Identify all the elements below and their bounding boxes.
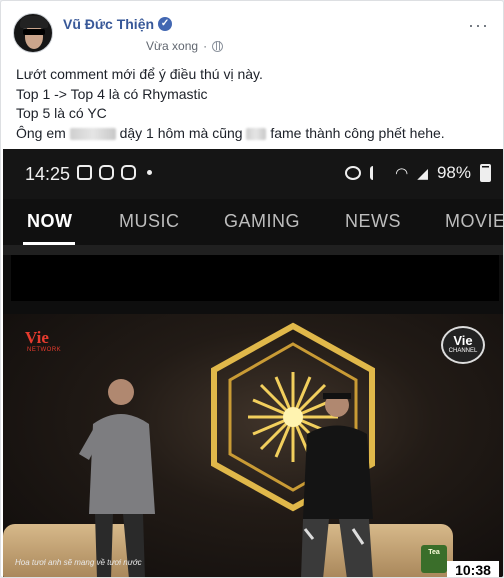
cut-off-text-band	[3, 245, 503, 255]
status-time: 14:25	[25, 164, 71, 184]
tab-movie[interactable]: MOVIE	[445, 211, 503, 232]
vie-network-logo-sub: NETWORK	[27, 347, 62, 353]
timestamp[interactable]: Vừa xong	[146, 39, 198, 53]
more-options-icon[interactable]: ···	[468, 15, 489, 36]
mute-icon	[370, 166, 386, 180]
facebook-post: Vũ Đức Thiện ✓ Vừa xong · ··· Lướt comme…	[0, 0, 504, 578]
battery-icon	[480, 164, 491, 182]
post-line: Ông em dậy 1 hôm mà cũng fame thành công…	[16, 124, 445, 141]
tab-now[interactable]: NOW	[27, 211, 73, 232]
video-caption: Hoa tươi anh sẽ mang về tươi nước	[15, 558, 142, 567]
verified-badge-icon: ✓	[158, 17, 173, 31]
performer-right	[301, 393, 373, 577]
avatar[interactable]	[13, 13, 53, 53]
post-meta: Vừa xong ·	[146, 39, 224, 53]
category-tabs: NOW MUSIC GAMING NEWS MOVIE	[3, 199, 503, 245]
gallery-icon	[77, 165, 92, 180]
battery-percent: 98%	[436, 163, 471, 182]
sponsor-logo: Tea	[421, 545, 447, 573]
redacted-bar	[11, 255, 499, 301]
globe-icon[interactable]	[212, 40, 224, 52]
post-header: Vũ Đức Thiện ✓ Vừa xong · ···	[13, 13, 493, 57]
notification-dot-icon	[147, 170, 152, 175]
blurred-word	[69, 127, 116, 140]
alarm-icon	[345, 166, 362, 180]
instagram-icon	[99, 165, 114, 180]
attached-screenshot[interactable]: 14:25 ◠ ◢ 98% NOW MUSIC GAMING NEWS MOVI…	[3, 149, 503, 577]
tab-music[interactable]: MUSIC	[119, 211, 180, 232]
wifi-icon: ◠	[395, 165, 409, 182]
phone-status-bar: 14:25 ◠ ◢ 98%	[3, 149, 503, 199]
vie-channel-logo: Vie CHANNEL	[441, 326, 485, 364]
tab-gaming[interactable]: GAMING	[224, 211, 300, 232]
blurred-word	[246, 127, 267, 140]
post-text: Lướt comment mới để ý điều thú vị này. T…	[16, 65, 493, 143]
performer-left	[79, 379, 155, 577]
post-line: Lướt comment mới để ý điều thú vị này.	[16, 66, 263, 82]
author-link[interactable]: Vũ Đức Thiện	[63, 16, 154, 32]
video-frame[interactable]: Vie NETWORK Vie CHANNEL Hoa tươi anh sẽ m…	[3, 314, 503, 577]
post-line: Top 5 là có YC	[16, 105, 107, 121]
video-timer: 10:38	[447, 561, 499, 577]
tab-news[interactable]: NEWS	[345, 211, 401, 232]
author-name[interactable]: Vũ Đức Thiện ✓	[63, 16, 173, 32]
vie-network-logo: Vie	[25, 328, 49, 347]
instagram-icon	[121, 165, 136, 180]
signal-icon: ◢	[417, 164, 428, 181]
post-line: Top 1 -> Top 4 là có Rhymastic	[16, 85, 208, 102]
